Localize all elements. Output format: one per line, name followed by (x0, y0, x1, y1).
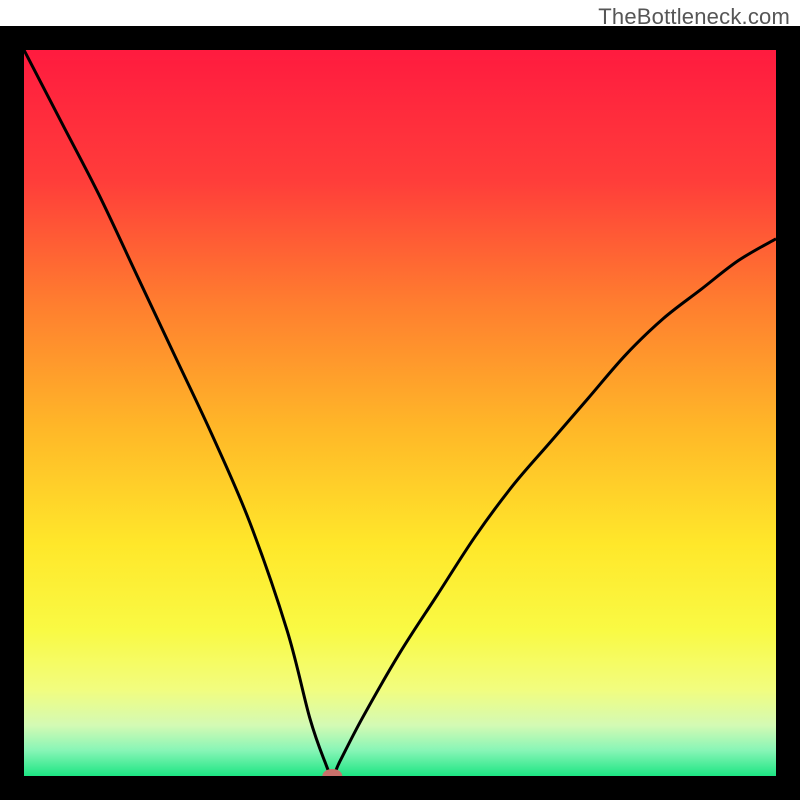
plot-area (24, 50, 776, 776)
watermark-text: TheBottleneck.com (598, 4, 790, 30)
chart-container: TheBottleneck.com (0, 0, 800, 800)
chart-svg (24, 50, 776, 776)
chart-frame (0, 26, 800, 800)
gradient-background (24, 50, 776, 776)
